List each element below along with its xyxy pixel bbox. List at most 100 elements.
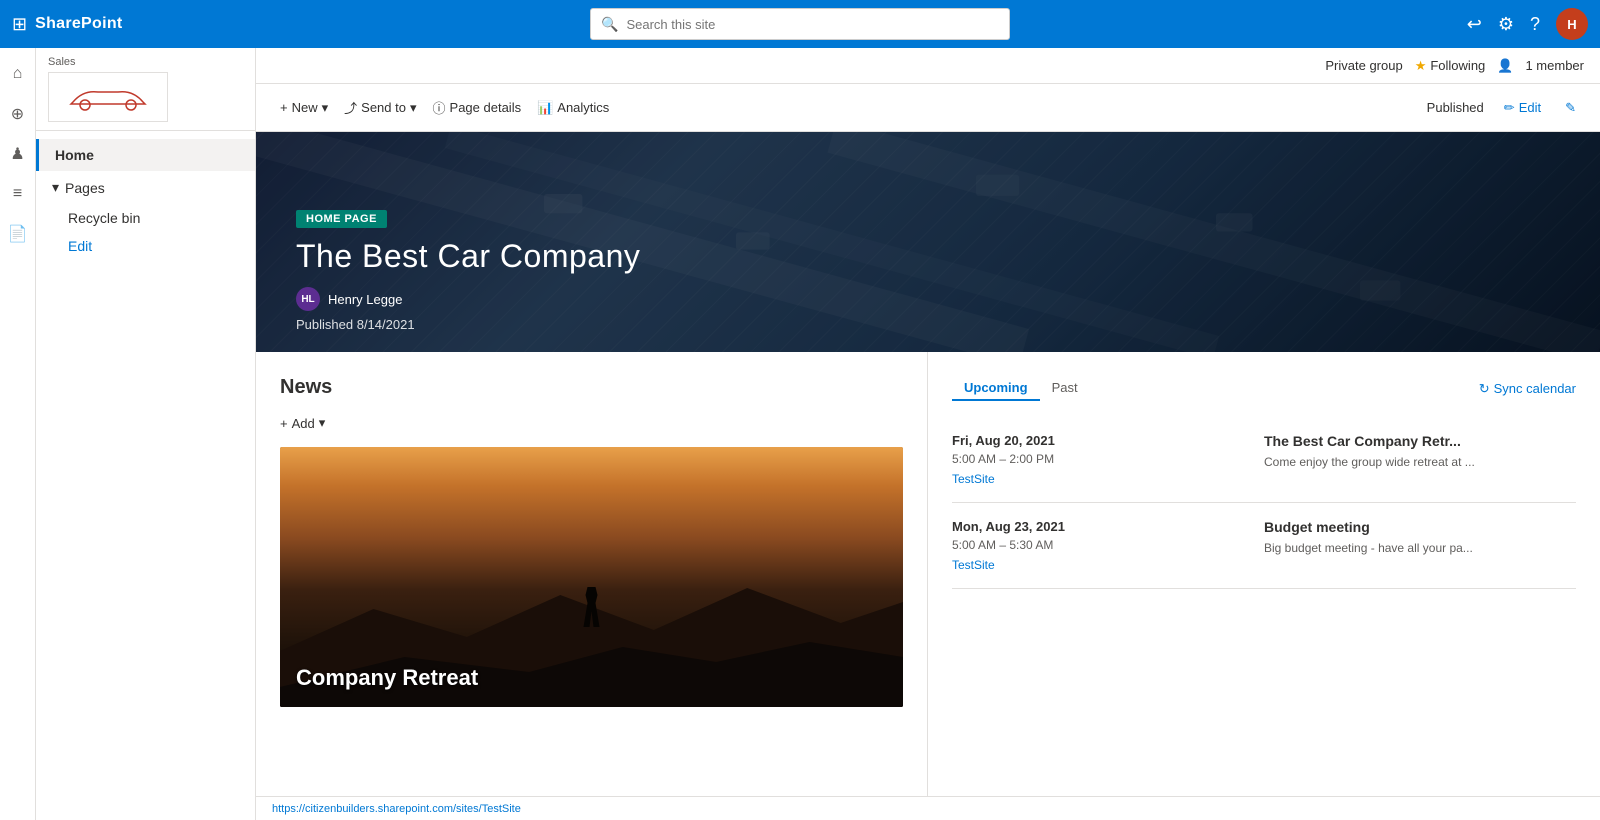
sync-calendar-button[interactable]: ↻ Sync calendar [1479, 381, 1576, 397]
edit-pencil-icon: ✏ [1504, 100, 1515, 116]
event-item-2: Mon, Aug 23, 2021 5:00 AM – 5:30 AM Test… [952, 503, 1576, 589]
event-2-date: Mon, Aug 23, 2021 [952, 519, 1264, 534]
send-to-label: Send to [361, 100, 406, 115]
event-2-title: Budget meeting [1264, 519, 1576, 535]
top-bar-right: ↩ ⚙ ? H [1467, 8, 1588, 40]
help-icon[interactable]: ? [1530, 14, 1540, 35]
events-section: Upcoming Past ↻ Sync calendar Fri, Aug 2… [928, 352, 1600, 796]
sidebar: ⌂ ⊕ ♟ ≡ 📄 [0, 48, 36, 820]
sync-label: Sync calendar [1494, 381, 1576, 396]
page-details-button[interactable]: ⓘ Page details [425, 94, 530, 121]
chevron-down-icon: ▾ [52, 179, 59, 196]
edit-label: Edit [1519, 100, 1541, 115]
news-add-label: Add [292, 416, 315, 431]
sidebar-add-icon[interactable]: ⊕ [0, 96, 36, 132]
sidebar-people-icon[interactable]: ♟ [0, 136, 36, 172]
nav-section-label: Pages [65, 180, 105, 196]
sharepoint-logo: SharePoint [35, 15, 122, 33]
event-item-1: Fri, Aug 20, 2021 5:00 AM – 2:00 PM Test… [952, 417, 1576, 503]
site-label: Sales [48, 56, 243, 68]
upcoming-tab[interactable]: Upcoming [952, 376, 1040, 401]
hero-badge: HOME PAGE [296, 210, 387, 228]
sidebar-notes-icon[interactable]: ≡ [0, 176, 36, 212]
author-avatar: HL [296, 287, 320, 311]
following-label: Following [1430, 58, 1485, 73]
news-image-card[interactable]: Company Retreat [280, 447, 903, 707]
top-bar-left: ⊞ SharePoint [12, 14, 123, 35]
feedback-icon[interactable]: ↩ [1467, 14, 1482, 35]
site-logo-area: Sales [36, 48, 255, 131]
event-1-time: 5:00 AM – 2:00 PM [952, 452, 1264, 466]
send-chevron-icon: ▾ [410, 100, 417, 116]
edit-secondary-button[interactable]: ✎ [1557, 96, 1584, 120]
star-icon: ★ [1415, 58, 1427, 74]
page-toolbar: + New ▾ ⤴ Send to ▾ ⓘ Page details 📊 Ana… [256, 84, 1600, 132]
analytics-label: Analytics [557, 100, 609, 115]
edit-button[interactable]: ✏ Edit [1496, 96, 1549, 120]
events-header: Upcoming Past ↻ Sync calendar [952, 376, 1576, 401]
author-name: Henry Legge [328, 292, 402, 307]
settings-icon[interactable]: ⚙ [1498, 14, 1514, 35]
new-button[interactable]: + New ▾ [272, 96, 336, 120]
info-icon: ⓘ [433, 98, 446, 117]
nav-section-pages[interactable]: ▾ Pages [36, 171, 255, 204]
private-group-label: Private group [1325, 58, 1402, 73]
main-layout: ⌂ ⊕ ♟ ≡ 📄 Sales Home ▾ Pages Recycle [0, 48, 1600, 820]
event-1-title: The Best Car Company Retr... [1264, 433, 1576, 449]
site-logo-image [48, 72, 168, 122]
member-icon: 👤 [1497, 58, 1513, 74]
event-1-site-link[interactable]: TestSite [952, 472, 1264, 486]
event-1-details: The Best Car Company Retr... Come enjoy … [1264, 433, 1576, 486]
event-1-date: Fri, Aug 20, 2021 [952, 433, 1264, 448]
hero-content: HOME PAGE The Best Car Company HL Henry … [296, 209, 640, 332]
event-1-desc: Come enjoy the group wide retreat at ... [1264, 455, 1576, 469]
search-input[interactable] [626, 17, 999, 32]
news-plus-icon: + [280, 416, 288, 431]
news-card-label: Company Retreat [296, 665, 478, 691]
user-avatar[interactable]: H [1556, 8, 1588, 40]
event-2-desc: Big budget meeting - have all your pa... [1264, 541, 1576, 555]
waffle-icon[interactable]: ⊞ [12, 14, 27, 35]
sidebar-doc-icon[interactable]: 📄 [0, 216, 36, 252]
past-tab[interactable]: Past [1040, 376, 1090, 401]
events-tabs: Upcoming Past [952, 376, 1090, 401]
page-details-label: Page details [450, 100, 522, 115]
news-add-chevron: ▾ [319, 415, 326, 431]
nav-edit-link[interactable]: Edit [36, 232, 255, 260]
main-content: Private group ★ Following 👤 1 member + N… [256, 48, 1600, 820]
search-icon: 🔍 [601, 16, 618, 33]
event-2-time: 5:00 AM – 5:30 AM [952, 538, 1264, 552]
left-nav-panel: Sales Home ▾ Pages Recycle bin Edit [36, 48, 256, 820]
event-2-site-link[interactable]: TestSite [952, 558, 1264, 572]
hero-banner: HOME PAGE The Best Car Company HL Henry … [256, 132, 1600, 352]
event-2-details: Budget meeting Big budget meeting - have… [1264, 519, 1576, 572]
nav-items: Home ▾ Pages Recycle bin Edit [36, 131, 255, 268]
new-label: New [292, 100, 318, 115]
sync-icon: ↻ [1479, 381, 1490, 397]
page-header-right: Published ✏ Edit ✎ [1427, 96, 1584, 120]
edit-secondary-icon: ✎ [1565, 100, 1576, 116]
sidebar-home-icon[interactable]: ⌂ [0, 56, 36, 92]
event-1-date-area: Fri, Aug 20, 2021 5:00 AM – 2:00 PM Test… [952, 433, 1264, 486]
hero-author: HL Henry Legge [296, 287, 640, 311]
new-chevron-icon: ▾ [322, 100, 329, 116]
send-to-button[interactable]: ⤴ Send to ▾ [336, 94, 424, 121]
search-box[interactable]: 🔍 [590, 8, 1010, 40]
car-logo-svg [63, 82, 153, 112]
analytics-icon: 📊 [537, 100, 553, 116]
send-icon: ⤴ [344, 98, 357, 117]
top-navigation-bar: ⊞ SharePoint 🔍 ↩ ⚙ ? H [0, 0, 1600, 48]
published-status: Published [1427, 100, 1484, 115]
following-button[interactable]: ★ Following [1415, 58, 1486, 74]
analytics-button[interactable]: 📊 Analytics [529, 96, 617, 120]
member-count-label: 1 member [1525, 58, 1584, 73]
status-url: https://citizenbuilders.sharepoint.com/s… [272, 803, 521, 815]
nav-item-recycle-bin[interactable]: Recycle bin [36, 204, 255, 232]
plus-icon: + [280, 100, 288, 115]
nav-item-home[interactable]: Home [36, 139, 255, 171]
hero-title: The Best Car Company [296, 238, 640, 275]
private-group-bar: Private group ★ Following 👤 1 member [256, 48, 1600, 84]
news-section-title: News [280, 376, 903, 399]
event-2-date-area: Mon, Aug 23, 2021 5:00 AM – 5:30 AM Test… [952, 519, 1264, 572]
news-add-button[interactable]: + Add ▾ [280, 415, 325, 431]
